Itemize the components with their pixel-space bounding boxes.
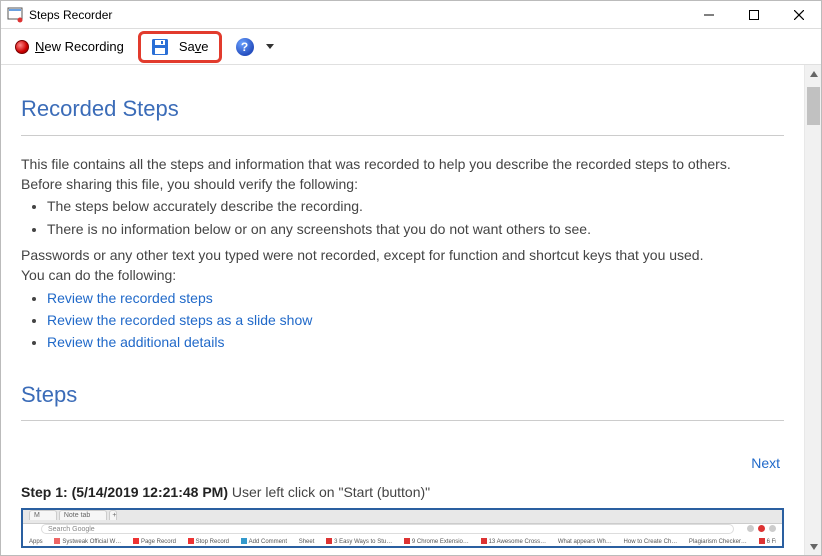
you-can-do-text: You can do the following: [21,265,784,285]
scroll-thumb[interactable] [807,87,820,125]
step-1-screenshot[interactable]: M Note tab + Search Google Apps Systweak… [21,508,784,548]
app-icon [7,7,23,23]
title-bar: Steps Recorder [1,1,821,29]
minimize-button[interactable] [686,1,731,29]
next-link[interactable]: Next [751,453,780,473]
close-button[interactable] [776,1,821,29]
new-recording-button[interactable]: New Recording [7,36,132,57]
save-icon [151,38,169,56]
review-slideshow-link[interactable]: Review the recorded steps as a slide sho… [47,312,312,328]
vertical-scrollbar[interactable] [804,65,821,555]
scroll-up-arrow[interactable] [805,65,822,82]
screenshot-bookmark-bar: Apps Systweak Official W… Page Record St… [29,538,776,547]
list-item: Review the recorded steps as a slide sho… [47,310,784,330]
document-body: Recorded Steps This file contains all th… [1,65,804,555]
divider [21,135,784,136]
intro-text-1: This file contains all the steps and inf… [21,154,784,174]
list-item: There is no information below or on any … [47,219,784,239]
review-details-link[interactable]: Review the additional details [47,334,224,350]
scroll-down-arrow[interactable] [805,538,822,555]
passwords-note: Passwords or any other text you typed we… [21,245,784,265]
screenshot-tab: + [109,510,117,520]
record-icon [15,40,29,54]
screenshot-tab: M [29,510,57,520]
toolbar: New Recording Save ? [1,29,821,65]
step-1-desc: User left click on "Start (button)" [228,484,430,500]
save-button[interactable]: Save [145,36,215,58]
steps-heading: Steps [21,379,784,411]
verify-list: The steps below accurately describe the … [47,196,784,239]
screenshot-address-bar: Search Google [41,524,734,534]
divider [21,420,784,421]
maximize-button[interactable] [731,1,776,29]
screenshot-tab: Note tab [59,510,107,520]
review-steps-link[interactable]: Review the recorded steps [47,290,213,306]
list-item: Review the additional details [47,332,784,352]
intro-text-2: Before sharing this file, you should ver… [21,174,784,194]
screenshot-window-dots [747,525,776,532]
list-item: Review the recorded steps [47,288,784,308]
help-icon: ? [236,38,254,56]
list-item: The steps below accurately describe the … [47,196,784,216]
step-1-title: Step 1: (5/14/2019 12:21:48 PM) User lef… [21,482,784,502]
recorded-steps-heading: Recorded Steps [21,93,784,125]
new-recording-label: New Recording [35,39,124,54]
save-label: Save [179,39,209,54]
window-title: Steps Recorder [29,8,112,22]
save-button-highlight: Save [138,31,222,63]
step-1-bold: Step 1: (5/14/2019 12:21:48 PM) [21,484,228,500]
chevron-down-icon [266,44,274,49]
action-links-list: Review the recorded steps Review the rec… [47,288,784,353]
help-dropdown[interactable]: ? [228,35,282,59]
